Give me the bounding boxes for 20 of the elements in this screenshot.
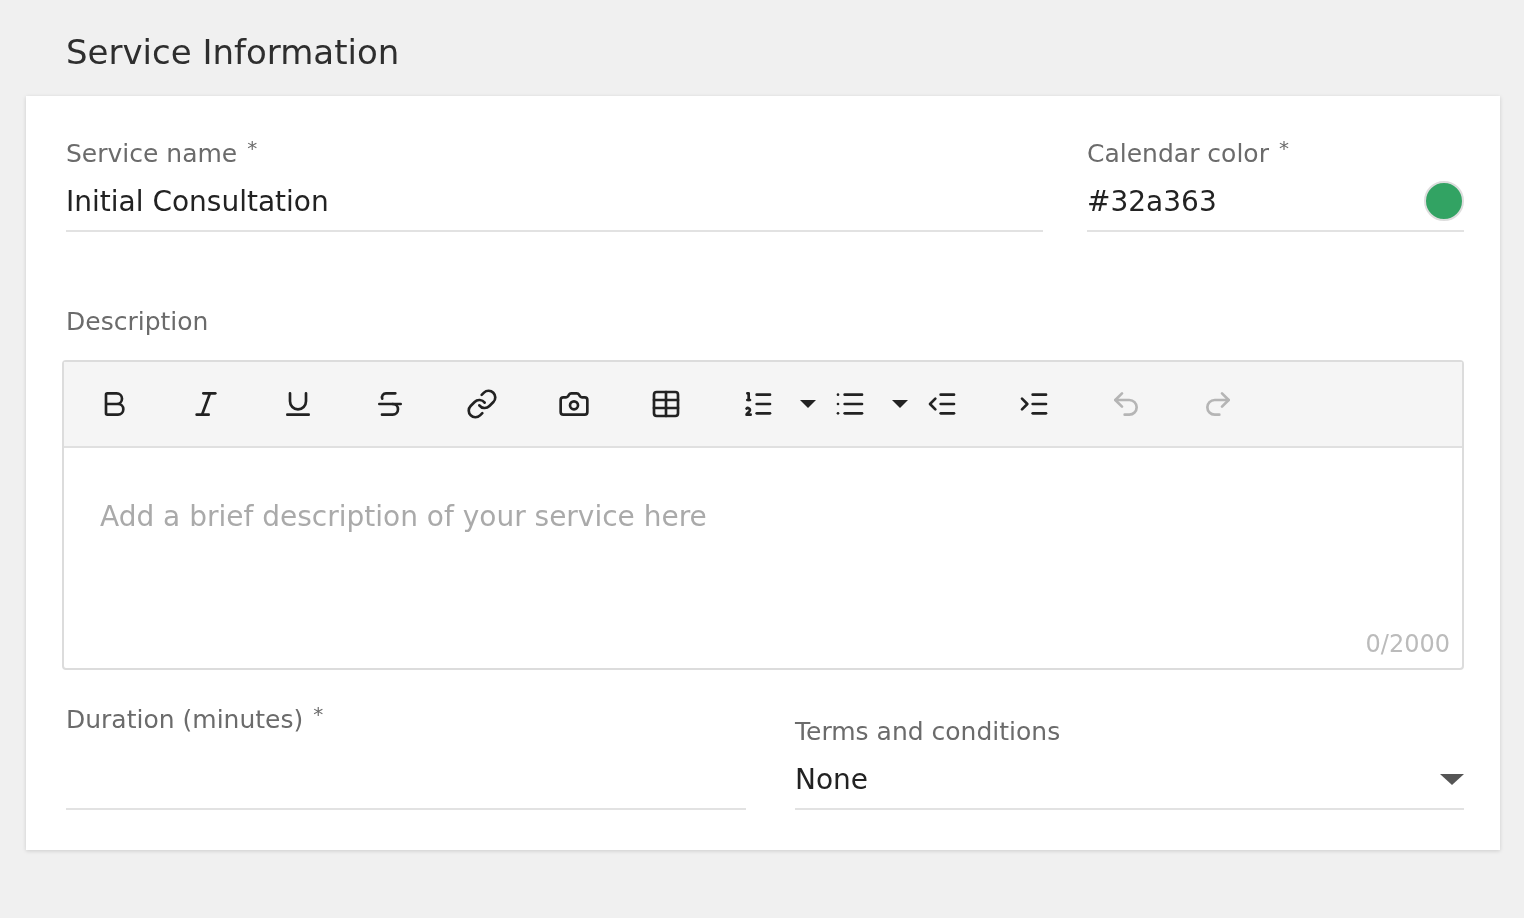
description-placeholder: Add a brief description of your service here [100, 500, 708, 535]
caret-icon [892, 400, 908, 408]
terms-select[interactable]: None [795, 750, 1464, 810]
required-mark: * [313, 702, 324, 726]
section-title: Service Information [66, 31, 400, 74]
required-mark: * [1278, 136, 1289, 160]
field-label: Terms and conditions [795, 716, 1061, 748]
character-counter: 0/2000 [1365, 630, 1450, 658]
required-mark: * [247, 136, 258, 160]
table-icon [650, 388, 682, 420]
field-label: Duration (minutes) [66, 704, 304, 736]
color-swatch[interactable] [1424, 181, 1464, 221]
caret-icon [800, 400, 816, 408]
calendar-color-field[interactable]: #32a363 [1087, 172, 1464, 232]
field-label: Calendar color [1087, 138, 1269, 170]
link-icon [466, 388, 498, 420]
caret-icon [1440, 773, 1464, 785]
field-label: Description [66, 306, 209, 338]
service-name-field[interactable]: Initial Consultation [66, 172, 1043, 232]
field-label: Service name [66, 138, 238, 170]
